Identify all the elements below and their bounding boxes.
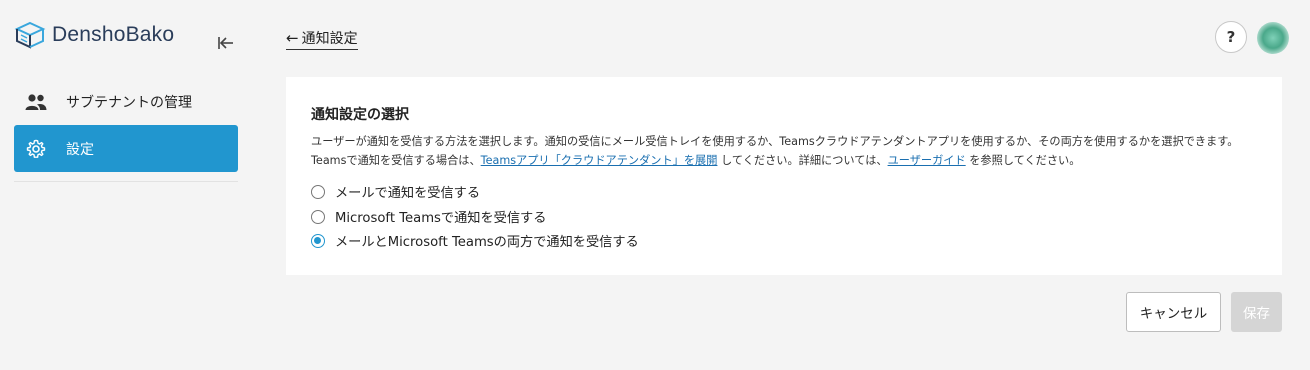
sidebar-item-settings[interactable]: 設定 bbox=[14, 125, 238, 172]
sidebar-item-label: 設定 bbox=[66, 141, 94, 158]
option-email[interactable]: メールで通知を受信する bbox=[311, 182, 480, 201]
gear-icon bbox=[24, 137, 48, 161]
option-label: メールで通知を受信する bbox=[335, 186, 481, 201]
back-to-notification-settings-link[interactable]: ← 通知設定 bbox=[286, 28, 358, 50]
radio-email-and-teams[interactable] bbox=[311, 233, 325, 248]
help-button[interactable]: ? bbox=[1215, 21, 1247, 53]
description-text: してください。詳細については、 bbox=[717, 154, 888, 167]
sidebar: DenshoBako サブテナントの管理 設定 bbox=[0, 0, 252, 370]
collapse-sidebar-button[interactable] bbox=[216, 34, 236, 52]
user-guide-link[interactable]: ユーザーガイド bbox=[888, 154, 966, 167]
denshobako-logo-icon bbox=[14, 21, 46, 49]
option-email-and-teams[interactable]: メールとMicrosoft Teamsの両方で通知を受信する bbox=[311, 231, 639, 250]
radio-teams[interactable] bbox=[311, 209, 325, 224]
save-button[interactable]: 保存 bbox=[1231, 292, 1282, 332]
option-teams[interactable]: Microsoft Teamsで通知を受信する bbox=[311, 207, 546, 226]
cancel-button[interactable]: キャンセル bbox=[1126, 292, 1221, 332]
app-logo[interactable]: DenshoBako bbox=[14, 20, 174, 50]
notification-settings-card: 通知設定の選択 ユーザーが通知を受信する方法を選択します。通知の受信にメール受信… bbox=[286, 77, 1282, 275]
sidebar-item-label: サブテナントの管理 bbox=[66, 94, 192, 111]
breadcrumb-label: 通知設定 bbox=[301, 31, 358, 47]
option-label: メールとMicrosoft Teamsの両方で通知を受信する bbox=[335, 235, 639, 250]
avatar[interactable] bbox=[1257, 22, 1289, 54]
card-description: ユーザーが通知を受信する方法を選択します。通知の受信にメール受信トレイを使用する… bbox=[311, 132, 1261, 170]
arrow-left-icon: ← bbox=[286, 29, 299, 47]
sidebar-divider bbox=[14, 181, 238, 182]
radio-email[interactable] bbox=[311, 184, 325, 199]
question-mark-icon: ? bbox=[1226, 28, 1236, 46]
description-text: を参照してください。 bbox=[965, 154, 1081, 167]
deploy-teams-app-link[interactable]: Teamsアプリ「クラウドアテンダント」を展開 bbox=[481, 154, 718, 167]
collapse-left-icon bbox=[218, 37, 233, 49]
option-label: Microsoft Teamsで通知を受信する bbox=[335, 211, 547, 226]
sidebar-item-subtenant-management[interactable]: サブテナントの管理 bbox=[14, 78, 238, 125]
users-icon bbox=[24, 90, 48, 114]
card-title: 通知設定の選択 bbox=[311, 107, 409, 123]
app-name: DenshoBako bbox=[52, 23, 175, 46]
